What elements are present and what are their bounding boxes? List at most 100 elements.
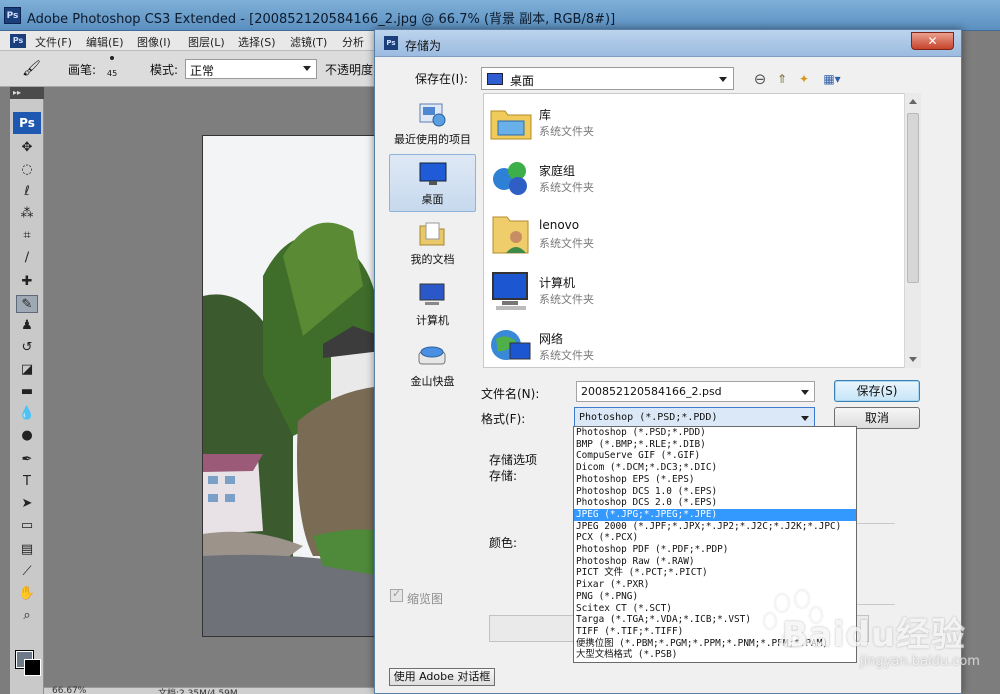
clone-stamp-icon[interactable]: ♟ (16, 317, 38, 335)
document-image[interactable] (202, 135, 380, 637)
dialog-titlebar[interactable]: Ps 存储为 ✕ (375, 30, 961, 57)
brush-tool-icon[interactable]: ✎ (16, 295, 38, 313)
menu-filter[interactable]: 滤镜(T) (290, 34, 327, 50)
format-option[interactable]: PCX (*.PCX) (574, 532, 856, 544)
lasso-tool-icon[interactable]: ℓ (16, 183, 38, 201)
blur-tool-icon[interactable]: 💧 (16, 405, 38, 423)
history-brush-icon[interactable]: ↺ (16, 339, 38, 357)
ps-menu-icon[interactable]: Ps (10, 34, 26, 48)
slice-tool-icon[interactable]: ∕ (16, 249, 38, 267)
format-option[interactable]: Dicom (*.DCM;*.DC3;*.DIC) (574, 462, 856, 474)
scroll-up-icon[interactable] (909, 99, 917, 104)
background-color-swatch[interactable] (24, 659, 41, 676)
crop-tool-icon[interactable]: ⌗ (16, 227, 38, 245)
menu-edit[interactable]: 编辑(E) (86, 34, 124, 50)
format-option[interactable]: Photoshop PDF (*.PDF;*.PDP) (574, 544, 856, 556)
format-option[interactable]: PICT 文件 (*.PCT;*.PICT) (574, 567, 856, 579)
file-item-computer[interactable]: 计算机 系统文件夹 (484, 262, 904, 318)
move-tool-icon[interactable]: ✥ (16, 139, 38, 157)
thumbnail-label: 缩览图 (407, 592, 444, 606)
format-option[interactable]: CompuServe GIF (*.GIF) (574, 450, 856, 462)
view-menu-icon[interactable]: ▦▾ (819, 70, 845, 88)
document-size: 文档:2.35M/4.59M (158, 689, 238, 694)
eyedropper-tool-icon[interactable]: ⟋ (16, 563, 38, 581)
recent-places-icon (419, 103, 446, 127)
file-item-homegroup[interactable]: 家庭组 系统文件夹 (484, 150, 904, 206)
menu-image[interactable]: 图像(I) (137, 34, 171, 50)
drive-icon (418, 346, 446, 365)
shape-tool-icon[interactable]: ▭ (16, 517, 38, 535)
menu-file[interactable]: 文件(F) (35, 34, 72, 50)
format-option[interactable]: Photoshop Raw (*.RAW) (574, 556, 856, 568)
place-kuaipan[interactable]: 金山快盘 (389, 337, 476, 395)
save-in-select[interactable]: 桌面 (481, 67, 734, 90)
homegroup-icon (493, 162, 527, 195)
chevron-down-icon (303, 66, 311, 71)
healing-brush-icon[interactable]: ✚ (16, 273, 38, 291)
place-computer[interactable]: 计算机 (389, 276, 476, 334)
brush-preview[interactable] (110, 56, 114, 60)
brush-tool-icon[interactable]: 🖌 (22, 59, 41, 77)
hand-tool-icon[interactable]: ✋ (16, 585, 38, 603)
up-folder-icon[interactable]: ⇑ (773, 70, 791, 88)
file-list-scrollbar[interactable] (904, 93, 921, 368)
type-tool-icon[interactable]: T (16, 473, 38, 491)
toolbox-ps-logo[interactable]: Ps (13, 112, 41, 134)
pen-tool-icon[interactable]: ✒ (16, 451, 38, 469)
thumbnail-checkbox[interactable] (390, 587, 403, 602)
format-option[interactable]: Photoshop DCS 2.0 (*.EPS) (574, 497, 856, 509)
menu-select[interactable]: 选择(S) (238, 34, 276, 50)
format-select[interactable]: Photoshop (*.PSD;*.PDD) (574, 407, 815, 428)
close-icon: ✕ (927, 34, 938, 48)
save-in-value: 桌面 (510, 74, 535, 88)
place-desktop[interactable]: 桌面 (389, 154, 476, 212)
file-item-libraries[interactable]: 库 系统文件夹 (484, 94, 904, 150)
format-option[interactable]: JPEG (*.JPG;*.JPEG;*.JPE) (574, 508, 856, 521)
baidu-watermark: Baidu经验 jingyan.baidu.com (760, 585, 1000, 685)
filename-field[interactable]: 200852120584166_2.psd (576, 381, 815, 402)
format-option[interactable]: Photoshop (*.PSD;*.PDD) (574, 427, 856, 439)
format-option[interactable]: Photoshop DCS 1.0 (*.EPS) (574, 486, 856, 498)
place-recent[interactable]: 最近使用的项目 (389, 95, 476, 153)
file-type: 系统文件夹 (539, 293, 594, 306)
scroll-down-icon[interactable] (909, 357, 917, 362)
save-button[interactable]: 保存(S) (834, 380, 920, 402)
format-option[interactable]: BMP (*.BMP;*.RLE;*.DIB) (574, 439, 856, 451)
magic-wand-icon[interactable]: ⁂ (16, 205, 38, 223)
user-folder-icon (492, 216, 529, 254)
zoom-tool-icon[interactable]: ⌕ (16, 607, 38, 625)
window-title: Adobe Photoshop CS3 Extended - [20085212… (27, 12, 616, 27)
place-documents[interactable]: 我的文档 (389, 215, 476, 273)
menu-analysis[interactable]: 分析 (342, 34, 364, 50)
filename-label: 文件名(N): (481, 387, 540, 401)
mode-label: 模式: (150, 63, 179, 77)
close-button[interactable]: ✕ (911, 32, 954, 50)
filename-value: 200852120584166_2.psd (581, 385, 722, 398)
marquee-tool-icon[interactable]: ◌ (16, 161, 38, 179)
gradient-tool-icon[interactable]: ▬ (16, 383, 38, 401)
place-label: 计算机 (416, 314, 449, 327)
chevron-down-icon (801, 416, 809, 421)
format-option[interactable]: Photoshop EPS (*.EPS) (574, 474, 856, 486)
photoshop-app-icon: Ps (4, 7, 21, 24)
zoom-level[interactable]: 66.67% (52, 686, 86, 694)
dialog-app-icon: Ps (384, 36, 398, 50)
toolbox-grip[interactable]: ▸▸ (10, 87, 44, 99)
file-item-network[interactable]: 网络 系统文件夹 (484, 318, 904, 367)
new-folder-icon[interactable]: ✦ (795, 70, 813, 88)
computer-icon (419, 283, 445, 305)
divider (857, 523, 895, 524)
eraser-tool-icon[interactable]: ◪ (16, 361, 38, 379)
scroll-thumb[interactable] (907, 113, 919, 283)
notes-tool-icon[interactable]: ▤ (16, 541, 38, 559)
mode-select[interactable]: 正常 (185, 59, 317, 79)
watermark-site: jingyan.baidu.com (860, 654, 980, 669)
back-icon[interactable]: ⊖ (751, 70, 769, 88)
photoshop-titlebar[interactable]: Ps Adobe Photoshop CS3 Extended - [20085… (0, 0, 1000, 31)
format-option[interactable]: JPEG 2000 (*.JPF;*.JPX;*.JP2;*.J2C;*.J2K… (574, 521, 856, 533)
file-item-lenovo[interactable]: lenovo 系统文件夹 (484, 206, 904, 262)
menu-layer[interactable]: 图层(L) (188, 34, 225, 50)
use-adobe-dialog-button[interactable]: 使用 Adobe 对话框 (389, 668, 495, 686)
dodge-tool-icon[interactable]: ● (16, 427, 38, 445)
path-selection-icon[interactable]: ➤ (16, 495, 38, 513)
